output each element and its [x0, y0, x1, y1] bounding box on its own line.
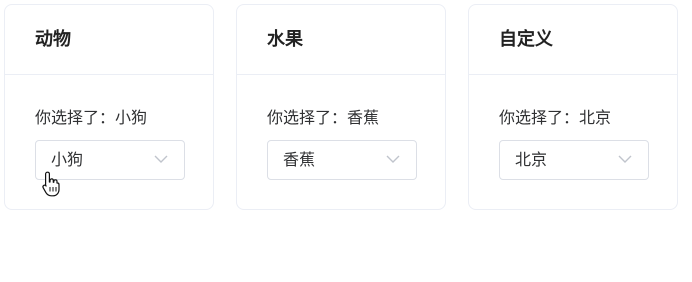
result-prefix: 你选择了：	[267, 108, 348, 127]
result-prefix: 你选择了：	[35, 108, 116, 127]
card-header: 动物	[5, 5, 213, 75]
chevron-down-icon	[386, 155, 400, 163]
selection-result: 你选择了：小狗	[35, 107, 183, 129]
card-animals: 动物 你选择了：小狗 小狗	[4, 4, 214, 210]
result-prefix: 你选择了：	[499, 108, 580, 127]
card-title: 水果	[267, 28, 303, 50]
select-value: 北京	[515, 150, 548, 169]
chevron-down-icon	[618, 155, 632, 163]
card-title: 自定义	[499, 28, 553, 50]
result-value: 香蕉	[347, 108, 380, 127]
select-value: 小狗	[51, 150, 84, 169]
card-body: 你选择了：小狗 小狗	[5, 75, 213, 180]
card-title: 动物	[35, 28, 71, 50]
chevron-down-icon	[154, 155, 168, 163]
card-body: 你选择了：北京 北京	[469, 75, 677, 180]
custom-select[interactable]: 北京	[499, 140, 649, 180]
select-value: 香蕉	[283, 150, 316, 169]
card-fruits: 水果 你选择了：香蕉 香蕉	[236, 4, 446, 210]
selection-result: 你选择了：北京	[499, 107, 647, 129]
selection-result: 你选择了：香蕉	[267, 107, 415, 129]
card-header: 水果	[237, 5, 445, 75]
result-value: 小狗	[115, 108, 148, 127]
card-custom: 自定义 你选择了：北京 北京	[468, 4, 678, 210]
animal-select[interactable]: 小狗	[35, 140, 185, 180]
result-value: 北京	[579, 108, 612, 127]
card-body: 你选择了：香蕉 香蕉	[237, 75, 445, 180]
fruit-select[interactable]: 香蕉	[267, 140, 417, 180]
card-header: 自定义	[469, 5, 677, 75]
